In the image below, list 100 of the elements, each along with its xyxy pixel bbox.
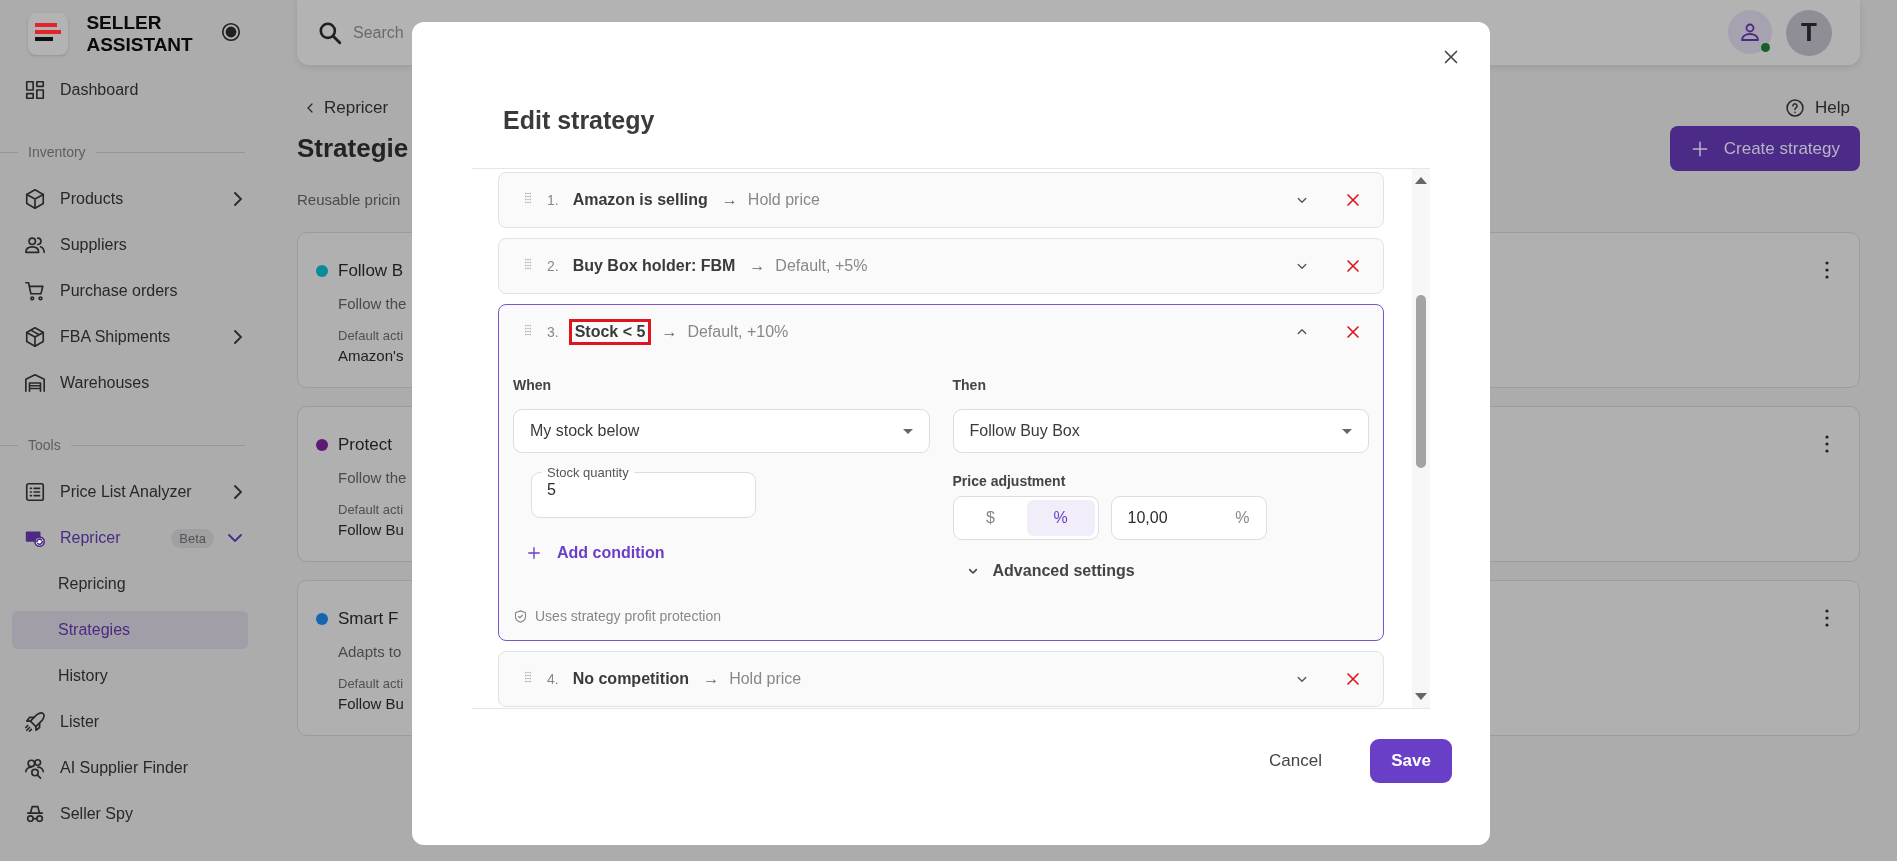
strategy-name: Smart F bbox=[338, 609, 399, 629]
rule-card[interactable]: 2. Buy Box holder: FBM → Default, +5% bbox=[498, 238, 1384, 294]
create-strategy-button[interactable]: Create strategy bbox=[1669, 126, 1860, 171]
caret-icon bbox=[1342, 428, 1352, 434]
back-label[interactable]: Repricer bbox=[324, 98, 389, 118]
unit-option[interactable]: % bbox=[1026, 500, 1095, 536]
default-action-value: Follow Bu bbox=[338, 521, 404, 538]
default-action-value: Follow Bu bbox=[338, 695, 404, 712]
spy-icon bbox=[24, 803, 46, 825]
warehouse-icon bbox=[24, 372, 46, 394]
cart-icon bbox=[24, 280, 46, 302]
condition-select[interactable]: My stock below bbox=[513, 409, 930, 453]
cube-icon bbox=[24, 188, 46, 210]
rule-condition: Amazon is selling bbox=[571, 190, 709, 210]
arrow-glyph: → bbox=[749, 257, 766, 275]
page-title: Strategie bbox=[297, 133, 409, 164]
stock-quantity-field[interactable]: Stock quantity 5 bbox=[531, 465, 756, 518]
sidebar-item[interactable]: Repricer Beta bbox=[0, 515, 260, 561]
rule-card[interactable]: 1. Amazon is selling → Hold price bbox=[498, 172, 1384, 228]
cancel-button[interactable]: Cancel bbox=[1261, 743, 1330, 779]
people-icon bbox=[24, 234, 46, 256]
sidebar-item[interactable]: Dashboard bbox=[0, 67, 260, 113]
arrow-glyph: → bbox=[703, 670, 720, 688]
plus-icon bbox=[525, 544, 543, 562]
caret-icon bbox=[902, 428, 913, 434]
strategy-description: Adapts to bbox=[338, 643, 402, 660]
sidebar-item[interactable]: Products bbox=[0, 176, 260, 222]
unit-suffix: % bbox=[1235, 509, 1250, 527]
section-label: Inventory bbox=[28, 144, 86, 160]
default-action-label: Default acti bbox=[338, 502, 404, 517]
then-label: Then bbox=[952, 377, 987, 393]
logo-icon bbox=[28, 12, 69, 55]
strategy-description: Follow the bbox=[338, 469, 407, 486]
sidebar-item[interactable]: Warehouses bbox=[0, 360, 260, 406]
package-icon bbox=[24, 326, 46, 348]
rule-card[interactable]: 4. No competition → Hold price bbox=[498, 651, 1384, 707]
rule-card[interactable]: 3. Stock < 5 → Default, +10% When My stock below Stock quantity 5 Add condition Then Follow Buy Box Price adjustment $ % 10,00 % Advanced settings Uses strategy profit protection bbox=[498, 304, 1384, 641]
page-subtitle: Reusable pricin bbox=[297, 191, 401, 208]
shield-check-icon bbox=[513, 608, 528, 624]
submenu-item[interactable]: Strategies bbox=[12, 611, 248, 649]
sidebar-item[interactable]: FBA Shipments bbox=[0, 314, 260, 360]
person-search-icon bbox=[24, 757, 46, 779]
sidebar-item[interactable]: Suppliers bbox=[0, 222, 260, 268]
default-action-value: Amazon's bbox=[338, 347, 404, 364]
dashboard-icon bbox=[24, 79, 46, 101]
add-condition-button[interactable]: Add condition bbox=[521, 540, 669, 566]
sidebar-item[interactable]: AI Supplier Finder bbox=[0, 745, 260, 791]
arrow-glyph: → bbox=[661, 323, 678, 341]
rule-action: Hold price bbox=[729, 670, 803, 688]
when-label: When bbox=[513, 377, 553, 393]
scrollbar[interactable] bbox=[1412, 169, 1430, 708]
rule-condition: No competition bbox=[571, 669, 691, 689]
strategy-description: Follow the bbox=[338, 295, 407, 312]
sidebar-item[interactable]: Seller Spy bbox=[0, 791, 260, 837]
submenu-item[interactable]: Repricing bbox=[12, 565, 248, 603]
sidebar-item[interactable]: Price List Analyzer bbox=[0, 469, 260, 515]
user-avatar[interactable] bbox=[1728, 9, 1772, 54]
price-adjustment-label: Price adjustment bbox=[952, 473, 1067, 489]
back-link[interactable]: Repricer bbox=[302, 98, 389, 118]
rule-number: 2. bbox=[547, 258, 559, 274]
triangle-up-icon[interactable] bbox=[1415, 177, 1427, 184]
strategy-name: Protect bbox=[338, 435, 392, 455]
scrollbar-thumb[interactable] bbox=[1416, 295, 1426, 468]
rule-action: Default, +5% bbox=[775, 257, 869, 275]
unit-option[interactable]: $ bbox=[956, 500, 1025, 536]
rule-number: 3. bbox=[547, 324, 559, 340]
default-action-label: Default acti bbox=[338, 676, 404, 691]
triangle-down-icon[interactable] bbox=[1415, 693, 1427, 700]
dialog-title: Edit strategy bbox=[503, 106, 656, 135]
advanced-settings-toggle[interactable]: Advanced settings bbox=[960, 558, 1139, 584]
rule-action: Default, +10% bbox=[687, 323, 790, 341]
action-select[interactable]: Follow Buy Box bbox=[952, 409, 1369, 453]
rule-number: 1. bbox=[547, 192, 559, 208]
sidebar-item[interactable]: Lister bbox=[0, 699, 260, 745]
help-link[interactable]: Help bbox=[1785, 98, 1850, 118]
save-button[interactable]: Save bbox=[1370, 739, 1452, 783]
brand-name: SELLER ASSISTANT bbox=[86, 11, 194, 56]
amount-field[interactable]: 10,00 % bbox=[1110, 496, 1267, 540]
default-action-label: Default acti bbox=[338, 328, 404, 343]
search-field[interactable]: Search bbox=[353, 23, 407, 42]
rule-condition: Buy Box holder: FBM bbox=[571, 256, 737, 276]
help-label[interactable]: Help bbox=[1815, 98, 1850, 118]
arrow-glyph: → bbox=[721, 191, 738, 209]
sidebar-item[interactable]: Purchase orders bbox=[0, 268, 260, 314]
profit-protection-note: Uses strategy profit protection bbox=[535, 608, 721, 624]
help-icon bbox=[1785, 98, 1806, 118]
rule-action: Hold price bbox=[747, 191, 821, 209]
rocket-icon bbox=[24, 711, 46, 733]
rule-condition: Stock < 5 bbox=[568, 319, 652, 345]
beta-badge: Beta bbox=[171, 528, 214, 548]
more-icon[interactable] bbox=[1825, 435, 1829, 453]
rule-number: 4. bbox=[547, 671, 559, 687]
section-label: Tools bbox=[28, 437, 61, 453]
strategy-name: Follow B bbox=[338, 261, 404, 281]
submenu-item[interactable]: History bbox=[12, 657, 248, 695]
more-icon[interactable] bbox=[1825, 609, 1829, 627]
record-icon bbox=[220, 20, 242, 43]
list-icon bbox=[24, 481, 46, 503]
more-icon[interactable] bbox=[1825, 261, 1829, 279]
avatar[interactable]: T bbox=[1786, 9, 1832, 56]
